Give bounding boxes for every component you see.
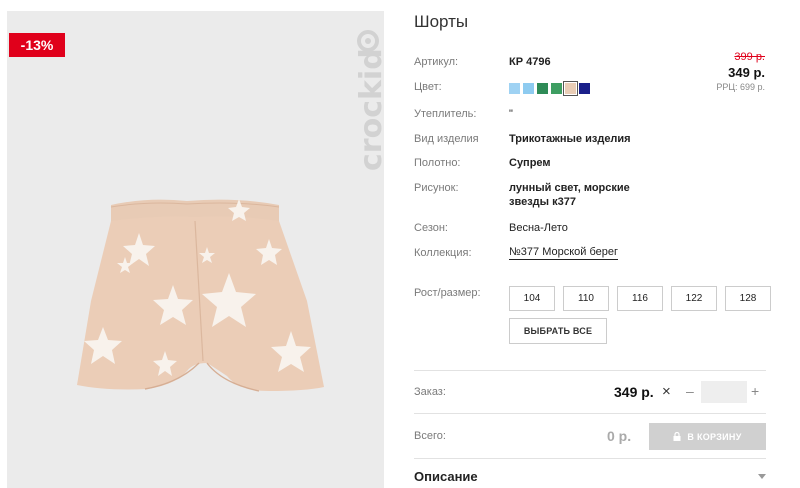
chevron-down-icon[interactable] (758, 474, 766, 479)
lock-icon (673, 432, 681, 441)
size-option-button[interactable]: 122 (671, 286, 717, 311)
insulation-value: " (509, 108, 513, 120)
quantity-input[interactable] (701, 381, 747, 403)
color-swatch[interactable] (523, 83, 534, 94)
current-price: 349 р. (728, 65, 765, 80)
divider (414, 370, 766, 371)
pattern-label: Рисунок: (414, 182, 459, 194)
total-value: 0 р. (607, 428, 632, 444)
product-title: Шорты (414, 12, 469, 31)
divider (414, 458, 766, 459)
color-swatch[interactable] (551, 83, 562, 94)
article-value: КР 4796 (509, 56, 551, 68)
pattern-value-line2: звезды к377 (509, 196, 576, 208)
order-label: Заказ: (414, 386, 446, 398)
color-swatch[interactable] (563, 81, 578, 96)
divider (414, 413, 766, 414)
recommended-retail-price: РРЦ: 699 р. (716, 82, 765, 92)
size-option-button[interactable]: 110 (563, 286, 609, 311)
size-option-button[interactable]: 128 (725, 286, 771, 311)
remove-icon[interactable]: × (662, 383, 671, 400)
old-price: 399 р. (734, 51, 765, 63)
order-price: 349 р. (614, 384, 654, 400)
product-photo[interactable]: -13% crockid (7, 11, 384, 488)
color-swatch[interactable] (579, 83, 590, 94)
total-label: Всего: (414, 430, 446, 442)
product-type-label: Вид изделия (414, 133, 479, 145)
insulation-label: Утеплитель: (414, 108, 477, 120)
description-toggle[interactable]: Описание (414, 469, 478, 484)
add-to-cart-button[interactable]: В КОРЗИНУ (649, 423, 766, 450)
pattern-value-line1: лунный свет, морские (509, 182, 630, 194)
fabric-value: Супрем (509, 157, 551, 169)
add-to-cart-label: В КОРЗИНУ (687, 431, 742, 442)
color-swatches (509, 81, 590, 96)
fabric-label: Полотно: (414, 157, 461, 169)
article-label: Артикул: (414, 56, 459, 68)
increase-quantity-button[interactable]: + (751, 383, 759, 399)
season-value: Весна-Лето (509, 222, 568, 234)
select-all-sizes-button[interactable]: ВЫБРАТЬ ВСЕ (509, 318, 607, 344)
size-option-button[interactable]: 116 (617, 286, 663, 311)
color-swatch[interactable] (509, 83, 520, 94)
product-type-value: Трикотажные изделия (509, 133, 631, 145)
collection-link[interactable]: №377 Морской берег (509, 246, 619, 260)
size-option-button[interactable]: 104 (509, 286, 555, 311)
shorts-image (77, 199, 324, 392)
season-label: Сезон: (414, 222, 448, 234)
color-swatch[interactable] (537, 83, 548, 94)
decrease-quantity-button[interactable]: – (686, 383, 694, 399)
color-label: Цвет: (414, 81, 442, 93)
size-options: 104 110 116 122 128 (509, 286, 771, 311)
collection-label: Коллекция: (414, 247, 472, 259)
size-label: Рост/размер: (414, 287, 481, 299)
